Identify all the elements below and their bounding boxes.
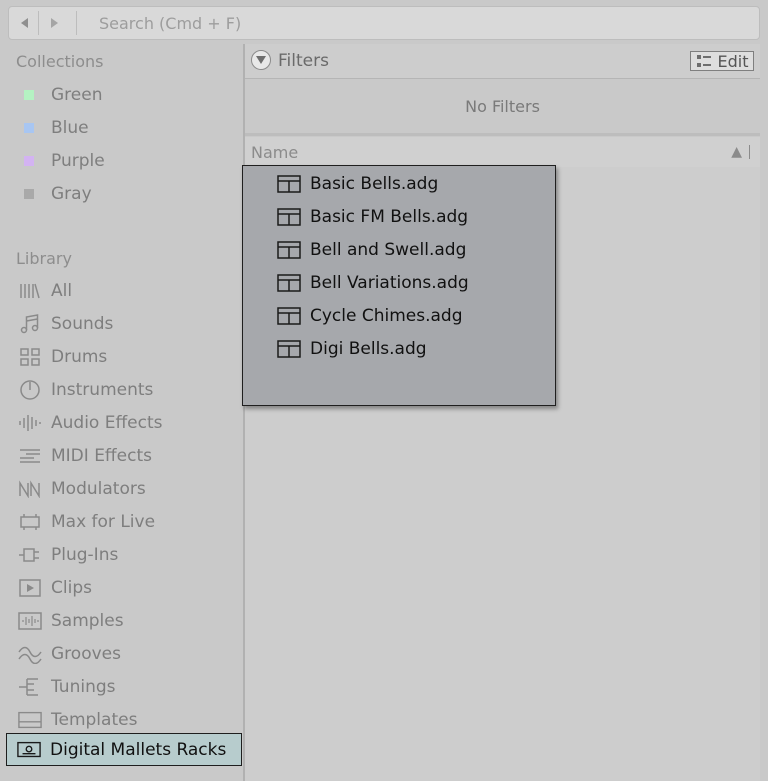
sounds-icon	[18, 313, 42, 335]
list-item[interactable]: Bell Variations.adg	[277, 268, 469, 298]
edit-filters-button[interactable]: Edit	[690, 51, 754, 71]
tunings-icon	[18, 676, 42, 698]
sidebar: Collections Green Blue Purple Gray Libra…	[8, 44, 242, 779]
drums-icon	[18, 346, 42, 368]
library-heading: Library	[16, 249, 72, 268]
sidebar-item-label: Tunings	[51, 677, 116, 697]
file-name: Basic Bells.adg	[310, 174, 439, 194]
rack-preset-icon	[277, 175, 301, 193]
edit-label: Edit	[717, 51, 749, 71]
clips-icon	[18, 577, 42, 599]
sidebar-item-label: MIDI Effects	[51, 446, 152, 466]
rack-preset-icon	[277, 208, 301, 226]
collection-item-purple[interactable]: Purple	[24, 146, 105, 176]
sidebar-item-plug-ins[interactable]: Plug-Ins	[18, 540, 118, 570]
plug-ins-icon	[18, 544, 42, 566]
color-swatch	[24, 156, 34, 166]
sidebar-item-samples[interactable]: Samples	[18, 606, 124, 636]
sidebar-item-label: All	[51, 281, 73, 301]
sidebar-item-label: Drums	[51, 347, 108, 367]
edit-icon	[696, 55, 711, 67]
sidebar-item-max-for-live[interactable]: Max for Live	[18, 507, 155, 537]
list-item[interactable]: Basic FM Bells.adg	[277, 202, 468, 232]
grooves-icon	[18, 643, 42, 665]
sidebar-item-label: Clips	[51, 578, 92, 598]
instruments-icon	[18, 379, 42, 401]
samples-icon	[18, 610, 42, 632]
nav-divider	[76, 11, 77, 35]
rack-preset-icon	[277, 340, 301, 358]
forward-arrow-icon[interactable]	[42, 7, 68, 39]
max-for-live-icon	[18, 511, 42, 533]
sidebar-item-label: Plug-Ins	[51, 545, 119, 565]
sidebar-item-midi-effects[interactable]: MIDI Effects	[18, 441, 152, 471]
audio-effects-icon	[18, 412, 42, 434]
sidebar-item-label: Sounds	[51, 314, 114, 334]
list-item[interactable]: Digi Bells.adg	[277, 334, 427, 364]
collection-item-blue[interactable]: Blue	[24, 113, 89, 143]
search-bar: Search (Cmd + F)	[8, 6, 760, 40]
sidebar-item-all[interactable]: All	[18, 276, 72, 306]
sort-ascending-icon[interactable]: ▲	[731, 137, 742, 167]
list-item[interactable]: Bell and Swell.adg	[277, 235, 466, 265]
sidebar-item-label: Max for Live	[51, 512, 156, 532]
file-name: Digi Bells.adg	[310, 339, 427, 359]
filters-label: Filters	[278, 51, 329, 71]
modulators-icon	[18, 478, 42, 500]
folder-icon	[17, 739, 41, 761]
search-input[interactable]: Search (Cmd + F)	[89, 7, 759, 39]
browser-window: Search (Cmd + F) Collections Green Blue …	[0, 0, 768, 781]
templates-icon	[18, 709, 42, 731]
collection-item-green[interactable]: Green	[24, 80, 102, 110]
sidebar-item-digital-mallets-racks[interactable]: Digital Mallets Racks	[6, 733, 242, 766]
collection-label: Blue	[51, 118, 89, 138]
rack-preset-icon	[277, 241, 301, 259]
file-name: Basic FM Bells.adg	[310, 207, 469, 227]
sidebar-item-sounds[interactable]: Sounds	[18, 309, 113, 339]
sidebar-item-label: Instruments	[51, 380, 154, 400]
color-swatch	[24, 90, 34, 100]
collections-heading: Collections	[16, 52, 104, 71]
nav-divider	[38, 11, 39, 35]
sidebar-item-templates[interactable]: Templates	[18, 705, 137, 735]
filters-bar: Filters Edit	[245, 44, 760, 79]
drag-preview-popup: Basic Bells.adg Basic FM Bells.adg Bell …	[242, 165, 556, 406]
list-item[interactable]: Basic Bells.adg	[277, 169, 438, 199]
sidebar-item-modulators[interactable]: Modulators	[18, 474, 146, 504]
back-arrow-icon[interactable]	[11, 7, 37, 39]
rack-preset-icon	[277, 274, 301, 292]
collection-label: Gray	[51, 184, 92, 204]
rack-preset-icon	[277, 307, 301, 325]
column-resize-handle[interactable]	[749, 145, 750, 159]
sidebar-item-label: Templates	[51, 710, 138, 730]
all-icon	[18, 280, 42, 302]
sidebar-item-drums[interactable]: Drums	[18, 342, 107, 372]
collection-label: Green	[51, 85, 103, 105]
no-filters-text: No Filters	[245, 79, 760, 136]
file-name: Bell and Swell.adg	[310, 240, 467, 260]
collection-label: Purple	[51, 151, 105, 171]
file-name: Bell Variations.adg	[310, 273, 469, 293]
color-swatch	[24, 189, 34, 199]
sidebar-item-label: Modulators	[51, 479, 146, 499]
collection-item-gray[interactable]: Gray	[24, 179, 92, 209]
filter-toggle-icon[interactable]	[251, 50, 271, 70]
column-header: Name ▲	[245, 137, 760, 167]
sidebar-item-audio-effects[interactable]: Audio Effects	[18, 408, 163, 438]
sidebar-item-tunings[interactable]: Tunings	[18, 672, 116, 702]
color-swatch	[24, 123, 34, 133]
column-header-name[interactable]: Name	[251, 137, 298, 167]
list-item[interactable]: Cycle Chimes.adg	[277, 301, 463, 331]
file-name: Cycle Chimes.adg	[310, 306, 463, 326]
sidebar-item-label: Grooves	[51, 644, 121, 664]
sidebar-item-grooves[interactable]: Grooves	[18, 639, 121, 669]
sidebar-item-label: Samples	[51, 611, 124, 631]
sidebar-item-label: Digital Mallets Racks	[50, 739, 227, 760]
midi-effects-icon	[18, 445, 42, 467]
sidebar-item-label: Audio Effects	[51, 413, 163, 433]
sidebar-item-instruments[interactable]: Instruments	[18, 375, 153, 405]
sidebar-item-clips[interactable]: Clips	[18, 573, 92, 603]
